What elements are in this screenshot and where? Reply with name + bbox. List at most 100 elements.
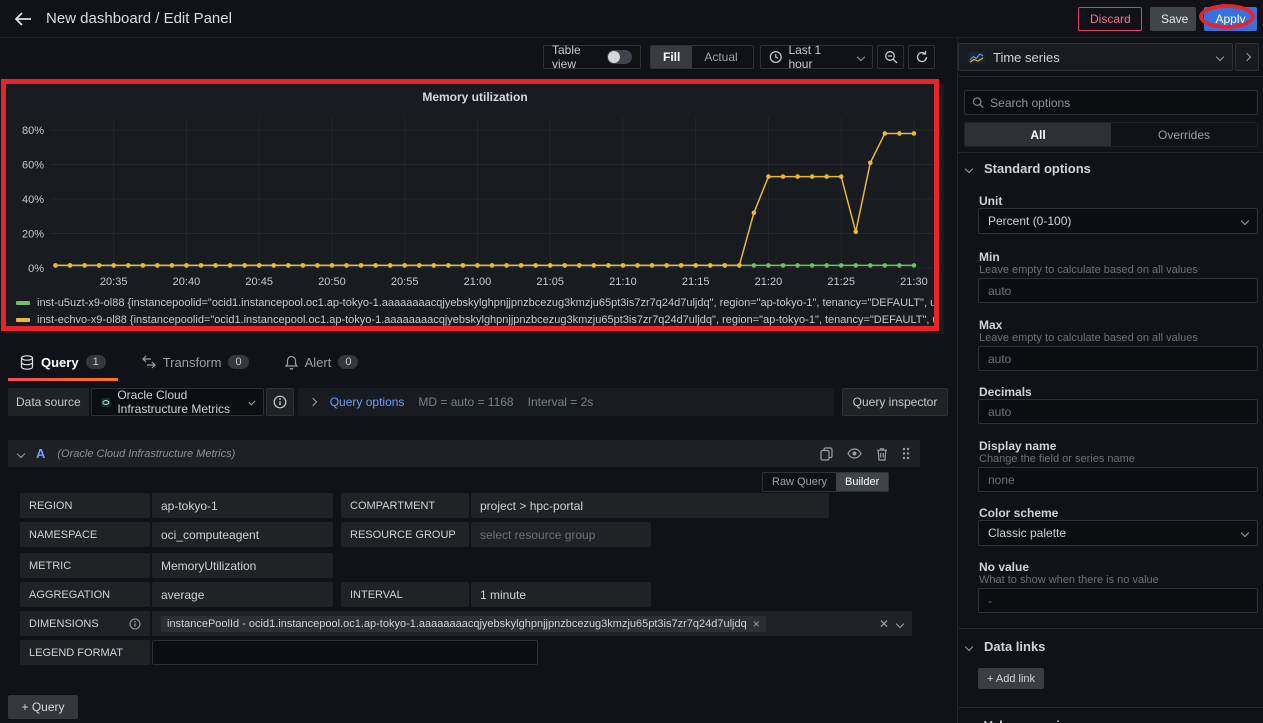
delete-query-button[interactable] xyxy=(876,447,888,461)
svg-text:21:15: 21:15 xyxy=(682,276,710,288)
query-row-header[interactable]: A (Oracle Cloud Infrastructure Metrics) xyxy=(8,440,920,467)
table-view-label: Table view xyxy=(552,43,581,71)
section-title: Value mappings xyxy=(984,718,1083,723)
hide-query-button[interactable] xyxy=(847,448,862,459)
refresh-icon xyxy=(916,51,927,63)
no-value-input[interactable] xyxy=(978,588,1258,613)
color-scheme-select[interactable]: Classic palette xyxy=(978,520,1258,546)
fill-option[interactable]: Fill xyxy=(651,46,693,68)
eye-icon xyxy=(847,448,862,459)
add-query-button[interactable]: + Query xyxy=(8,695,78,719)
tab-transform[interactable]: Transform 0 xyxy=(141,348,249,376)
visualization-select[interactable]: Time series xyxy=(958,43,1233,71)
color-scheme-label: Color scheme xyxy=(979,506,1059,520)
raw-query-option[interactable]: Raw Query xyxy=(763,473,836,491)
query-options-md: MD = auto = 1168 xyxy=(418,395,514,409)
dimensions-field[interactable]: instancePoolId - ocid1.instancepool.oc1.… xyxy=(152,611,912,636)
back-arrow-icon[interactable] xyxy=(10,7,36,33)
region-value[interactable]: ap-tokyo-1 xyxy=(152,493,333,518)
interval-value[interactable]: 1 minute xyxy=(471,582,651,607)
time-series-viz-icon xyxy=(968,51,985,63)
search-options-box xyxy=(964,90,1258,115)
metric-value[interactable]: MemoryUtilization xyxy=(152,553,333,578)
standard-options-header[interactable]: Standard options xyxy=(964,161,1091,176)
unit-select[interactable]: Percent (0-100) xyxy=(978,208,1258,234)
display-name-input[interactable] xyxy=(978,467,1258,492)
apply-button[interactable]: Apply xyxy=(1204,7,1257,31)
datasource-value: Oracle Cloud Infrastructure Metrics xyxy=(117,388,231,416)
min-input[interactable] xyxy=(978,278,1258,303)
compartment-value[interactable]: project > hpc-portal xyxy=(471,493,829,518)
metric-label: METRIC xyxy=(20,553,150,578)
datasource-help-button[interactable] xyxy=(265,388,294,416)
chevron-down-icon xyxy=(1240,528,1250,538)
remove-tag-icon[interactable]: × xyxy=(753,618,760,630)
tab-alert[interactable]: Alert 0 xyxy=(284,348,359,376)
aggregation-label: AGGREGATION xyxy=(20,582,150,607)
svg-text:20:55: 20:55 xyxy=(391,276,419,288)
raw-builder-toggle: Raw Query Builder xyxy=(762,472,890,492)
tab-overrides[interactable]: Overrides xyxy=(1111,123,1257,146)
builder-option[interactable]: Builder xyxy=(836,473,889,491)
tab-all[interactable]: All xyxy=(965,123,1111,146)
grip-dots-icon xyxy=(902,447,910,460)
data-links-header[interactable]: Data links xyxy=(964,639,1046,654)
decimals-input[interactable] xyxy=(978,399,1258,424)
dimensions-label-text: DIMENSIONS xyxy=(29,617,99,630)
chart-title: Memory utilization xyxy=(422,90,528,104)
search-icon xyxy=(972,97,984,109)
query-ref-id: A xyxy=(36,446,46,461)
resource-group-value[interactable]: select resource group xyxy=(471,522,651,547)
tab-count-badge: 0 xyxy=(338,355,359,369)
aggregation-value[interactable]: average xyxy=(152,582,333,607)
chevron-down-icon xyxy=(964,164,974,173)
add-link-button[interactable]: + Add link xyxy=(978,668,1045,689)
time-range-picker[interactable]: Last 1 hour xyxy=(760,43,873,71)
max-input[interactable] xyxy=(978,346,1258,371)
query-inspector-button[interactable]: Query inspector xyxy=(842,388,948,416)
legend-format-label: LEGEND FORMAT xyxy=(20,640,150,665)
min-description: Leave empty to calculate based on all va… xyxy=(979,264,1198,276)
zoom-out-button[interactable] xyxy=(877,45,904,69)
query-row-actions xyxy=(820,446,910,461)
chart-legend: inst-u5uzt-x9-ol88 {instancepoolid="ocid… xyxy=(16,294,938,328)
search-options-input[interactable] xyxy=(990,95,1250,110)
tab-query[interactable]: Query 1 xyxy=(8,348,118,381)
collapse-options-button[interactable] xyxy=(1235,43,1259,71)
duplicate-query-button[interactable] xyxy=(820,446,833,461)
tab-label: Alert xyxy=(304,354,332,370)
chevron-down-icon xyxy=(1215,52,1225,62)
dimension-tag-text: instancePoolId - ocid1.instancepool.oc1.… xyxy=(167,617,747,630)
value-mappings-header[interactable]: Value mappings xyxy=(964,718,1083,723)
no-value-description: What to show when there is no value xyxy=(979,574,1159,586)
legend-item[interactable]: inst-u5uzt-x9-ol88 {instancepoolid="ocid… xyxy=(16,294,938,311)
time-series-chart[interactable]: 0% 20% 40% 60% 80% 20:35 20:40 20:45 20:50 20:55 2… xyxy=(14,108,946,294)
drag-handle[interactable] xyxy=(902,447,910,460)
query-options-link[interactable]: Query options xyxy=(330,395,405,409)
refresh-button[interactable] xyxy=(908,45,935,69)
legend-label: inst-u5uzt-x9-ol88 {instancepoolid="ocid… xyxy=(37,296,938,309)
unit-label: Unit xyxy=(979,194,1003,208)
divider xyxy=(958,628,1263,629)
section-title: Data links xyxy=(984,639,1046,654)
legend-item[interactable]: inst-echvo-x9-ol88 {instancepoolid="ocid… xyxy=(16,311,938,328)
info-circle-icon[interactable] xyxy=(129,618,141,630)
query-row-subtitle: (Oracle Cloud Infrastructure Metrics) xyxy=(57,447,236,460)
svg-text:20%: 20% xyxy=(22,229,44,241)
actual-option[interactable]: Actual xyxy=(692,46,749,68)
svg-text:60%: 60% xyxy=(22,160,44,172)
table-view-switch[interactable] xyxy=(606,50,632,64)
datasource-select[interactable]: Oracle Cloud Infrastructure Metrics xyxy=(90,388,264,416)
svg-text:21:05: 21:05 xyxy=(536,276,564,288)
save-button[interactable]: Save xyxy=(1150,7,1196,31)
display-name-label: Display name xyxy=(979,439,1057,453)
namespace-value[interactable]: oci_computeagent xyxy=(152,522,333,547)
legend-format-input[interactable] xyxy=(152,640,538,665)
database-icon xyxy=(20,354,34,370)
svg-text:21:20: 21:20 xyxy=(755,276,783,288)
region-label: REGION xyxy=(20,493,150,518)
bell-icon xyxy=(284,355,298,370)
clear-icon[interactable]: ✕ xyxy=(879,618,889,630)
discard-button[interactable]: Discard xyxy=(1078,7,1142,31)
fill-actual-toggle: Fill Actual xyxy=(650,45,754,69)
